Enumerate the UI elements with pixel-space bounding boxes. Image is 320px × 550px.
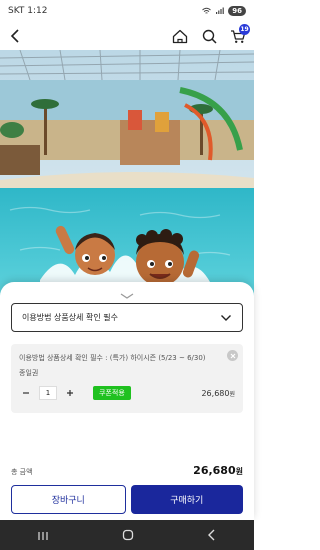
home-button[interactable] bbox=[168, 24, 192, 48]
status-icons: 96 bbox=[202, 6, 246, 16]
increase-quantity-button[interactable] bbox=[63, 386, 77, 400]
decrease-quantity-button[interactable] bbox=[19, 386, 33, 400]
total-value: 26,680 bbox=[193, 464, 236, 477]
home-circle-icon bbox=[122, 529, 134, 540]
sheet-collapse-handle[interactable] bbox=[117, 286, 137, 299]
wifi-icon bbox=[202, 7, 212, 14]
close-icon bbox=[230, 353, 235, 358]
back-arrow-icon bbox=[208, 529, 215, 540]
plus-icon bbox=[67, 390, 73, 396]
search-icon bbox=[202, 29, 217, 44]
top-nav: 19 bbox=[0, 22, 254, 50]
item-price: 26,680원 bbox=[201, 389, 235, 398]
status-time: SKT 1:12 bbox=[8, 6, 48, 16]
buy-now-button[interactable]: 구매하기 bbox=[130, 485, 243, 514]
product-hero-image bbox=[0, 50, 254, 300]
quantity-stepper: 1 bbox=[19, 386, 77, 400]
option-select-label: 이용방법 상품상세 확인 필수 bbox=[22, 313, 118, 322]
waterpark-illustration bbox=[0, 50, 254, 300]
recent-apps-icon bbox=[38, 531, 48, 540]
total-unit: 원 bbox=[235, 467, 243, 476]
purchase-options-sheet: 이용방법 상품상세 확인 필수 이용방법 상품상세 확인 필수 : (특가) 하… bbox=[0, 282, 254, 520]
total-amount-row: 총 금액 26,680원 bbox=[11, 464, 243, 477]
apply-coupon-button[interactable]: 쿠폰적용 bbox=[93, 386, 131, 400]
total-amount: 26,680원 bbox=[193, 464, 243, 477]
battery-indicator: 96 bbox=[228, 6, 246, 16]
signal-icon bbox=[216, 7, 225, 14]
home-icon bbox=[172, 29, 188, 43]
recent-apps-button[interactable] bbox=[37, 526, 49, 545]
home-system-button[interactable] bbox=[122, 526, 134, 545]
chevron-down-icon bbox=[221, 314, 231, 321]
search-button[interactable] bbox=[197, 24, 221, 48]
item-price-value: 26,680 bbox=[201, 389, 230, 398]
selected-item-title: 이용방법 상품상세 확인 필수 : (특가) 하이시즌 (5/23 ~ 6/30… bbox=[19, 354, 206, 362]
add-to-cart-button[interactable]: 장바구니 bbox=[11, 485, 126, 514]
back-button[interactable] bbox=[4, 24, 28, 48]
option-select[interactable]: 이용방법 상품상세 확인 필수 bbox=[11, 303, 243, 332]
chevron-down-icon bbox=[120, 293, 134, 299]
remove-item-button[interactable] bbox=[227, 350, 238, 361]
quantity-input[interactable]: 1 bbox=[39, 386, 57, 400]
selected-item-card: 이용방법 상품상세 확인 필수 : (특가) 하이시즌 (5/23 ~ 6/30… bbox=[11, 344, 243, 413]
minus-icon bbox=[23, 392, 29, 394]
item-price-unit: 원 bbox=[229, 391, 235, 398]
cart-button[interactable]: 19 bbox=[226, 24, 250, 48]
system-back-button[interactable] bbox=[207, 526, 217, 545]
cart-count-badge: 19 bbox=[239, 24, 250, 35]
action-buttons: 장바구니 구매하기 bbox=[11, 485, 243, 514]
system-nav-bar bbox=[0, 520, 254, 550]
chevron-left-icon bbox=[10, 29, 19, 43]
selected-item-subtitle: 종일권 bbox=[19, 369, 39, 377]
total-label: 총 금액 bbox=[11, 468, 33, 476]
status-bar: SKT 1:12 96 bbox=[0, 0, 254, 22]
